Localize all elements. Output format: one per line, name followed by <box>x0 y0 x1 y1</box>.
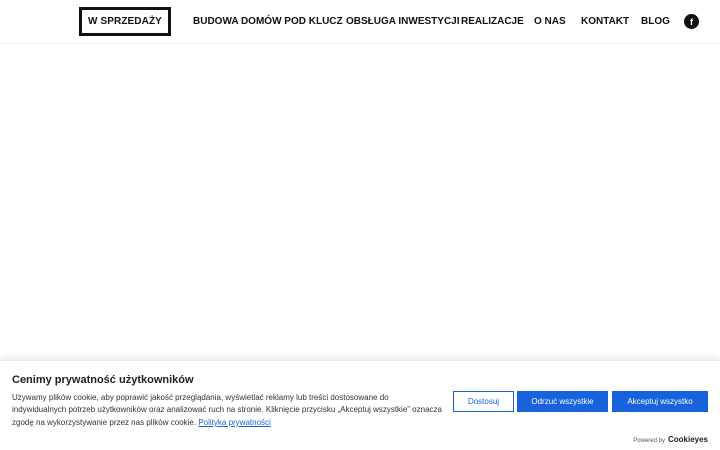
accept-all-button[interactable]: Akceptuj wszystko <box>612 391 708 412</box>
nav-item-contact[interactable]: KONTAKT <box>581 16 629 27</box>
cookie-description: Używamy plików cookie, aby poprawić jako… <box>12 392 444 429</box>
nav-item-realizations[interactable]: REALIZACJE <box>461 16 524 27</box>
cookie-title: Cenimy prywatność użytkowników <box>12 374 194 386</box>
cookieyes-logo: Cookieyes <box>667 435 708 444</box>
powered-by-label: Powered by <box>633 438 665 444</box>
nav-item-investment-service[interactable]: OBSŁUGA INWESTYCJI <box>346 16 460 27</box>
customize-button[interactable]: Dostosuj <box>453 391 514 412</box>
reject-all-button[interactable]: Odrzuć wszystkie <box>517 391 608 412</box>
nav-item-blog[interactable]: BLOG <box>641 16 670 27</box>
nav-item-about[interactable]: O NAS <box>534 16 566 27</box>
nav-item-house-building[interactable]: BUDOWA DOMÓW POD KLUCZ <box>193 16 343 27</box>
site-header: W SPRZEDAŻY BUDOWA DOMÓW POD KLUCZ OBSŁU… <box>0 0 720 44</box>
for-sale-button[interactable]: W SPRZEDAŻY <box>79 7 171 36</box>
privacy-policy-link[interactable]: Polityka prywatności <box>198 418 270 427</box>
main-content <box>0 45 720 360</box>
cookie-banner: Cenimy prywatność użytkowników Używamy p… <box>0 360 720 450</box>
powered-by: Powered by Cookieyes <box>633 435 708 444</box>
facebook-icon[interactable]: f <box>684 14 699 29</box>
